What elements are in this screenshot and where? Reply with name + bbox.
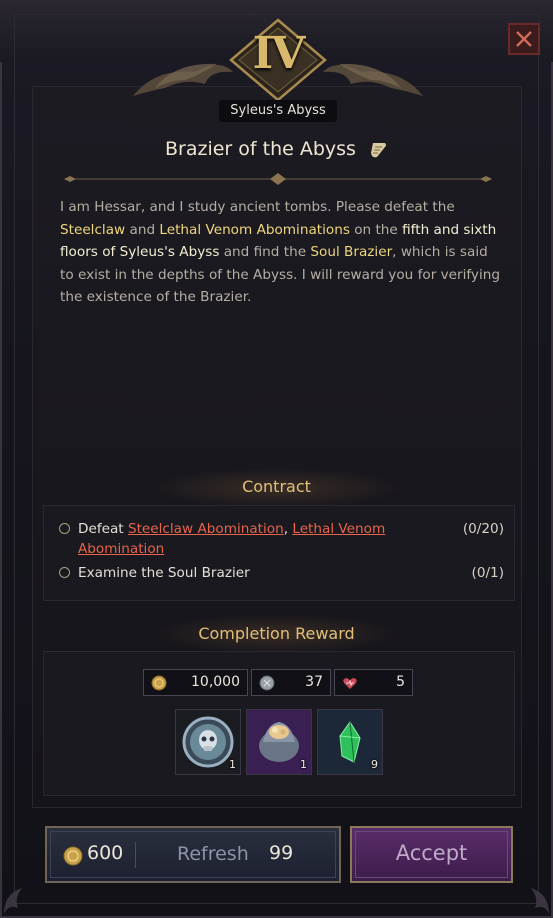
reward-heart[interactable]: 5 [334, 669, 413, 696]
objective-status-icon [59, 523, 70, 534]
objective-progress: (0/1) [471, 565, 504, 581]
refresh-label: Refresh [177, 843, 249, 865]
objective-progress: (0/20) [462, 521, 504, 537]
gold-coin-icon [63, 846, 83, 866]
objective-examine: Examine the Soul Brazier (0/1) [59, 563, 504, 583]
objective-defeat: Defeat Steelclaw Abomination, Lethal Ven… [59, 519, 504, 561]
silver-coin-icon [259, 675, 275, 691]
accept-button[interactable]: Accept [350, 826, 513, 883]
refresh-separator [135, 842, 136, 868]
highlight-soul-brazier: Soul Brazier [310, 244, 393, 261]
refresh-button[interactable]: 600 Refresh 99 [45, 826, 341, 883]
region-name: Syleus's Abyss [219, 100, 337, 122]
accept-label: Accept [395, 841, 468, 865]
title-divider [64, 173, 492, 185]
corner-ornament [531, 888, 549, 914]
corner-ornament [4, 888, 22, 914]
reward-gold[interactable]: 10,000 [143, 669, 248, 696]
quest-title-text: Brazier of the Abyss [164, 138, 356, 160]
link-steelclaw-abomination[interactable]: Steelclaw Abomination [128, 521, 284, 537]
refresh-remaining: 99 [269, 842, 294, 864]
reward-silver[interactable]: 37 [251, 669, 331, 696]
objective-text: Examine the Soul Brazier [78, 565, 250, 581]
quest-description: I am Hessar, and I study ancient tombs. … [60, 199, 500, 306]
gold-coin-icon [151, 675, 167, 691]
objective-status-icon [59, 567, 70, 578]
refresh-cost: 600 [87, 842, 124, 864]
quest-title: Brazier of the Abyss [0, 138, 553, 160]
contract-title: Contract [242, 477, 311, 496]
rank-numeral: IV [252, 28, 306, 79]
highlight-steelclaw: Steelclaw [60, 221, 126, 238]
close-icon [516, 31, 532, 47]
objective-text: Defeat Steelclaw Abomination, Lethal Ven… [78, 521, 386, 557]
highlight-lethal-venom: Lethal Venom Abominations [159, 221, 350, 238]
scroll-icon[interactable] [368, 141, 388, 159]
reward-item-medallion[interactable]: 1 [175, 709, 241, 775]
reward-item-chest[interactable]: 1 [246, 709, 312, 775]
reward-item-crystal[interactable]: 9 [317, 709, 383, 775]
reward-title: Completion Reward [198, 624, 355, 643]
close-button[interactable] [508, 23, 540, 55]
heart-icon [343, 678, 357, 689]
